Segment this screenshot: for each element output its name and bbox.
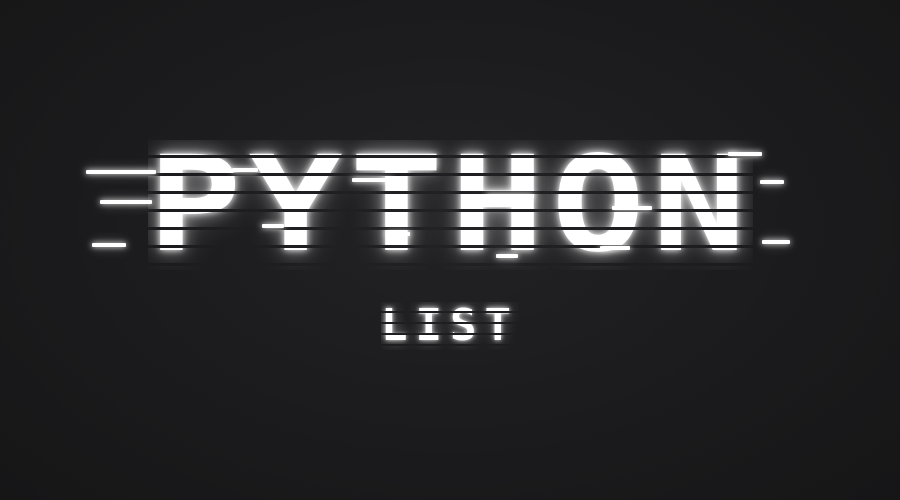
title-container: PYTHON: [0, 128, 900, 282]
subtitle: LIST: [381, 300, 519, 351]
page-title: PYTHON: [147, 128, 753, 282]
subtitle-container: LIST: [0, 302, 900, 350]
background: PYTHON LIST: [0, 0, 900, 500]
